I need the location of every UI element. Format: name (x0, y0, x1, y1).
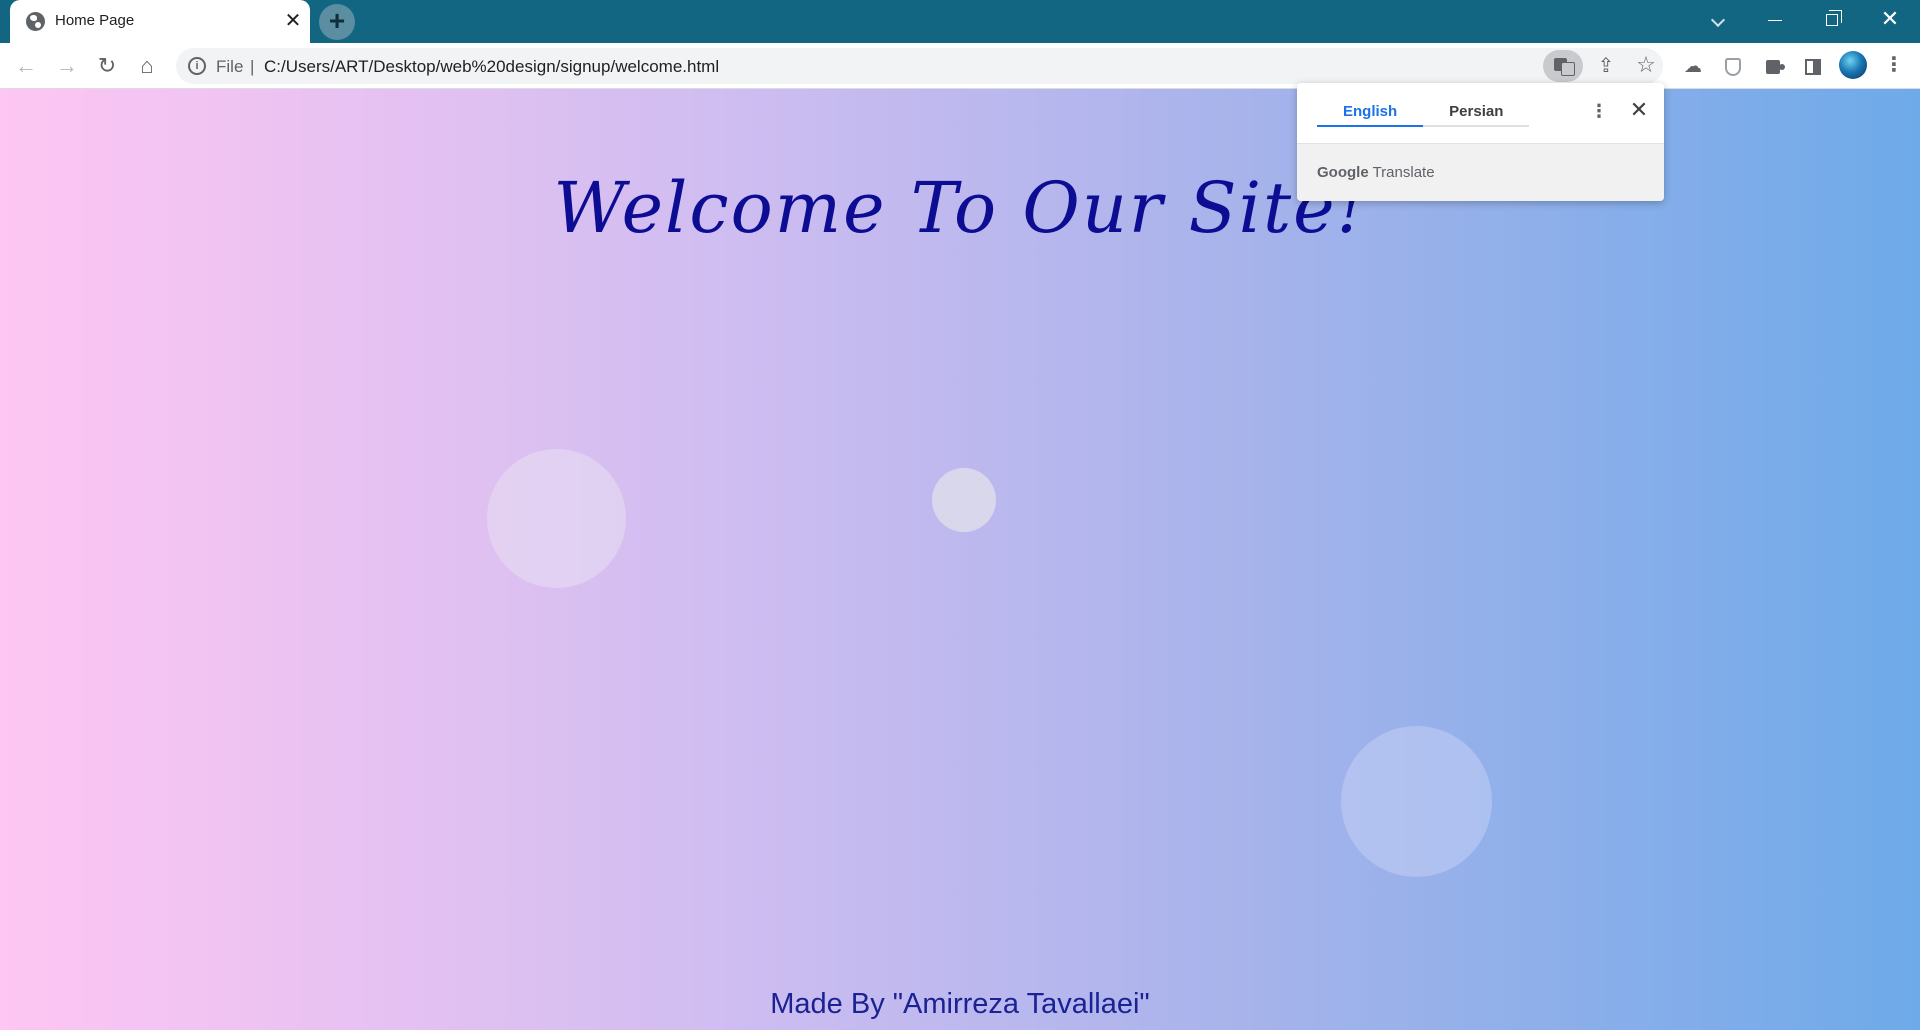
side-panel-icon (1805, 59, 1821, 76)
decorative-bubble (932, 468, 996, 532)
translate-footer: Google Translate (1297, 143, 1664, 201)
minimize-button[interactable] (1747, 0, 1803, 38)
shield-extension-icon[interactable] (1719, 52, 1747, 80)
google-wordmark: Google (1317, 164, 1369, 181)
address-bar[interactable]: i File | C:/Users/ART/Desktop/web%20desi… (176, 48, 1663, 84)
translate-wordmark: Translate (1372, 164, 1435, 181)
site-info-icon[interactable]: i (188, 57, 206, 75)
page-viewport: Welcome To Our Site! Made By "Amirreza T… (0, 89, 1920, 1030)
window-close-button[interactable]: ✕ (1862, 0, 1918, 38)
browser-menu-icon[interactable]: ⋮ (1880, 51, 1908, 79)
translate-icon[interactable] (1543, 50, 1583, 82)
restore-button[interactable] (1804, 0, 1860, 38)
back-button[interactable]: ← (10, 50, 42, 82)
decorative-bubble (487, 449, 626, 588)
decorative-bubble (1341, 726, 1492, 877)
author-credit: Made By "Amirreza Tavallaei" (770, 988, 1150, 1020)
reload-button[interactable]: ↻ (91, 50, 123, 82)
puzzle-icon (1766, 60, 1785, 75)
restore-icon (1826, 10, 1842, 27)
new-tab-button[interactable]: + (319, 4, 355, 40)
home-button[interactable]: ⌂ (131, 50, 163, 82)
profile-avatar[interactable] (1839, 51, 1867, 79)
minimize-icon (1768, 19, 1782, 21)
chevron-down-icon (1710, 12, 1726, 28)
scheme-separator: | (250, 57, 255, 76)
more-options-icon[interactable]: ⋮ (1589, 99, 1609, 123)
globe-icon (26, 12, 45, 31)
tab-title: Home Page (55, 12, 135, 29)
forward-button[interactable]: → (51, 50, 83, 82)
share-icon[interactable]: ⇪ (1592, 52, 1620, 80)
tab-english[interactable]: English (1317, 95, 1424, 127)
url-text[interactable]: C:/Users/ART/Desktop/web%20design/signup… (264, 57, 719, 77)
cloud-extension-icon[interactable]: ☁ (1679, 52, 1707, 80)
tab-strip: Home Page ✕ + ✕ (0, 0, 1920, 43)
language-tabs: English Persian (1317, 95, 1530, 127)
translate-popup: English Persian ⋮ ✕ Google Translate (1297, 83, 1664, 201)
browser-tab[interactable]: Home Page ✕ (10, 0, 310, 43)
side-panel-button[interactable] (1799, 52, 1827, 80)
scheme-label: File (216, 57, 244, 76)
tab-close-icon[interactable]: ✕ (280, 8, 306, 34)
bookmark-star-icon[interactable]: ☆ (1632, 51, 1660, 79)
extensions-button[interactable] (1759, 52, 1787, 80)
tab-search-button[interactable] (1690, 0, 1746, 38)
shield-icon (1725, 58, 1741, 77)
tab-persian[interactable]: Persian (1423, 95, 1530, 127)
google-translate-brand: Google Translate (1317, 164, 1435, 181)
close-icon[interactable]: ✕ (1627, 98, 1651, 122)
